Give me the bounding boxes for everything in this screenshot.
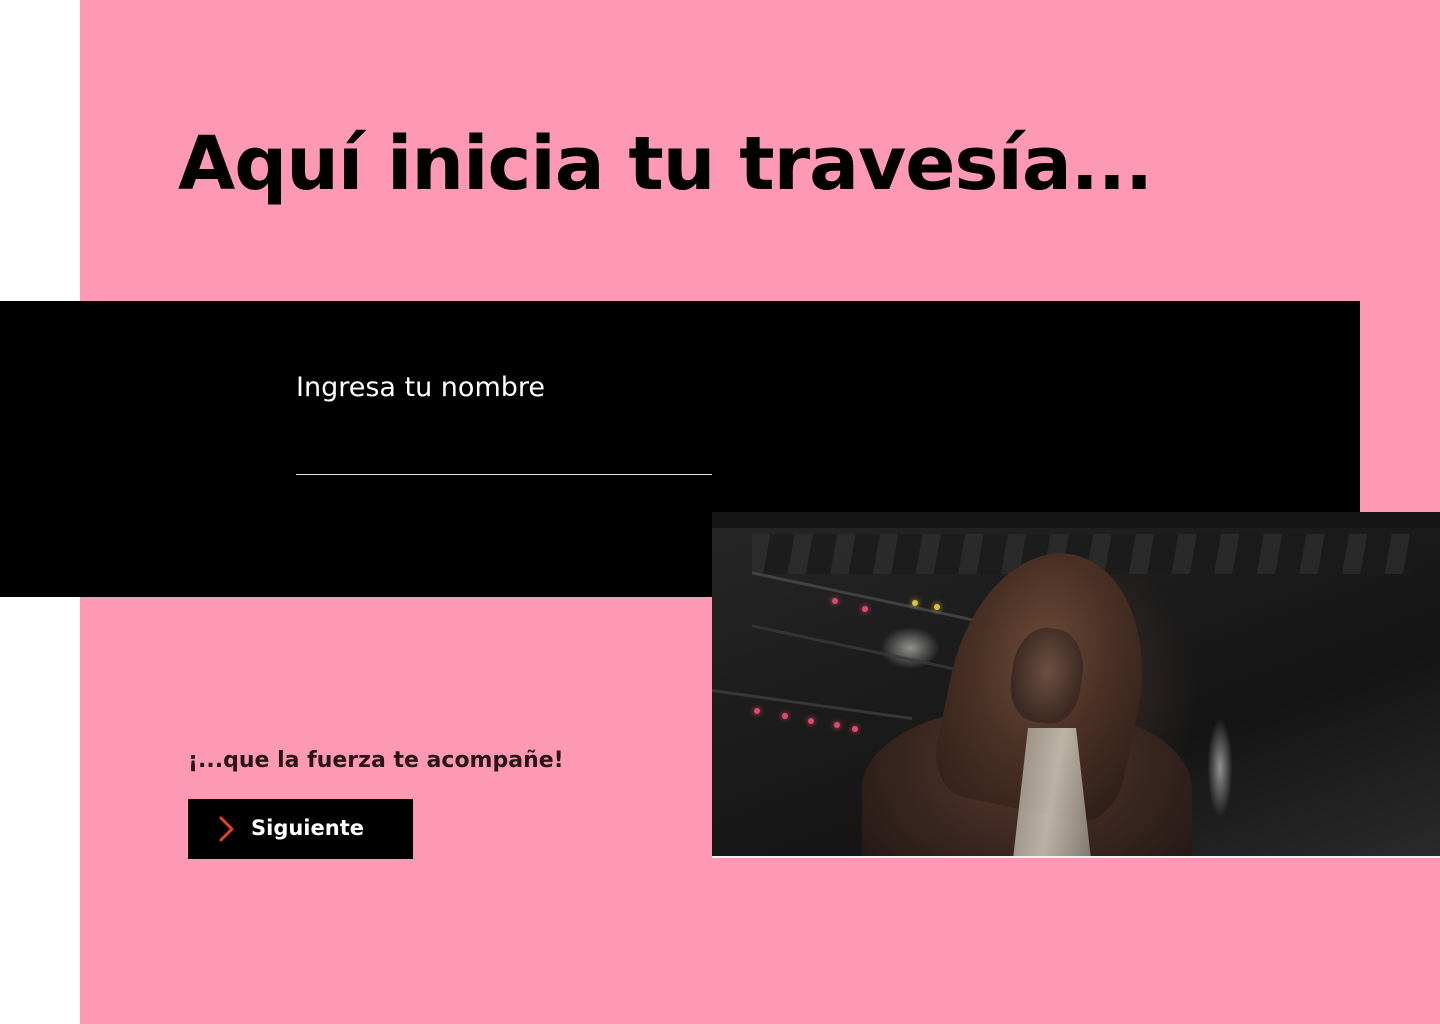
chevron-right-icon[interactable] [218, 816, 236, 842]
next-button-label[interactable]: Siguiente [251, 812, 364, 844]
video-frame [712, 528, 1440, 856]
video-scene-light [782, 713, 788, 719]
video-scene-light [754, 708, 760, 714]
video-player[interactable] [712, 512, 1440, 858]
name-input[interactable] [296, 424, 712, 475]
video-scene-light [852, 726, 858, 732]
video-scene-light [862, 606, 868, 612]
video-scene-light [834, 722, 840, 728]
name-field-label: Ingresa tu nombre [296, 372, 545, 403]
page: Aquí inicia tu travesía... Ingresa tu no… [0, 0, 1440, 1024]
video-scene-light [912, 600, 918, 606]
page-title: Aquí inicia tu travesía... [178, 121, 1153, 207]
video-scene-light [808, 718, 814, 724]
tagline: ¡...que la fuerza te acompañe! [188, 748, 564, 773]
video-scene-light [934, 604, 940, 610]
video-scene-light [832, 598, 838, 604]
